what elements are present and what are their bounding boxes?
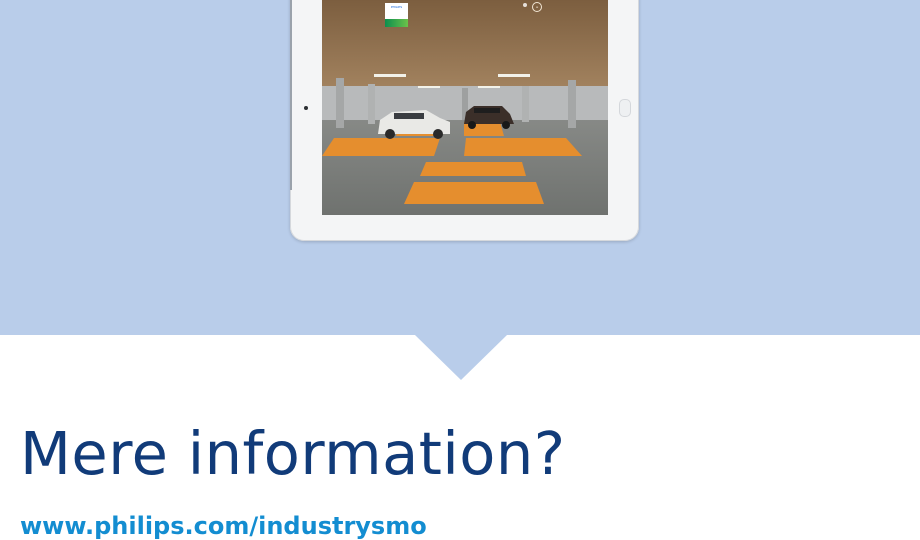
tablet-edge	[290, 0, 292, 190]
screen-top-bar: ≡	[322, 0, 608, 12]
parking-garage-illustration	[322, 0, 608, 215]
camera-icon	[304, 106, 308, 110]
menu-circle-icon[interactable]: ≡	[532, 2, 542, 12]
hero-banner: ≡ PHILIPS	[0, 0, 920, 335]
info-heading: Mere information?	[20, 419, 566, 488]
tablet-device: ≡ PHILIPS	[290, 0, 639, 241]
section-pointer	[415, 335, 507, 380]
home-button-icon	[619, 99, 631, 117]
tablet-screen: ≡ PHILIPS	[322, 0, 608, 215]
brand-logo-text: PHILIPS	[390, 5, 403, 9]
logo-stripe	[385, 19, 408, 27]
website-link[interactable]: www.philips.com/industrysmo	[20, 514, 427, 538]
brand-logo: PHILIPS	[385, 3, 408, 27]
location-pin-icon[interactable]	[523, 3, 527, 7]
